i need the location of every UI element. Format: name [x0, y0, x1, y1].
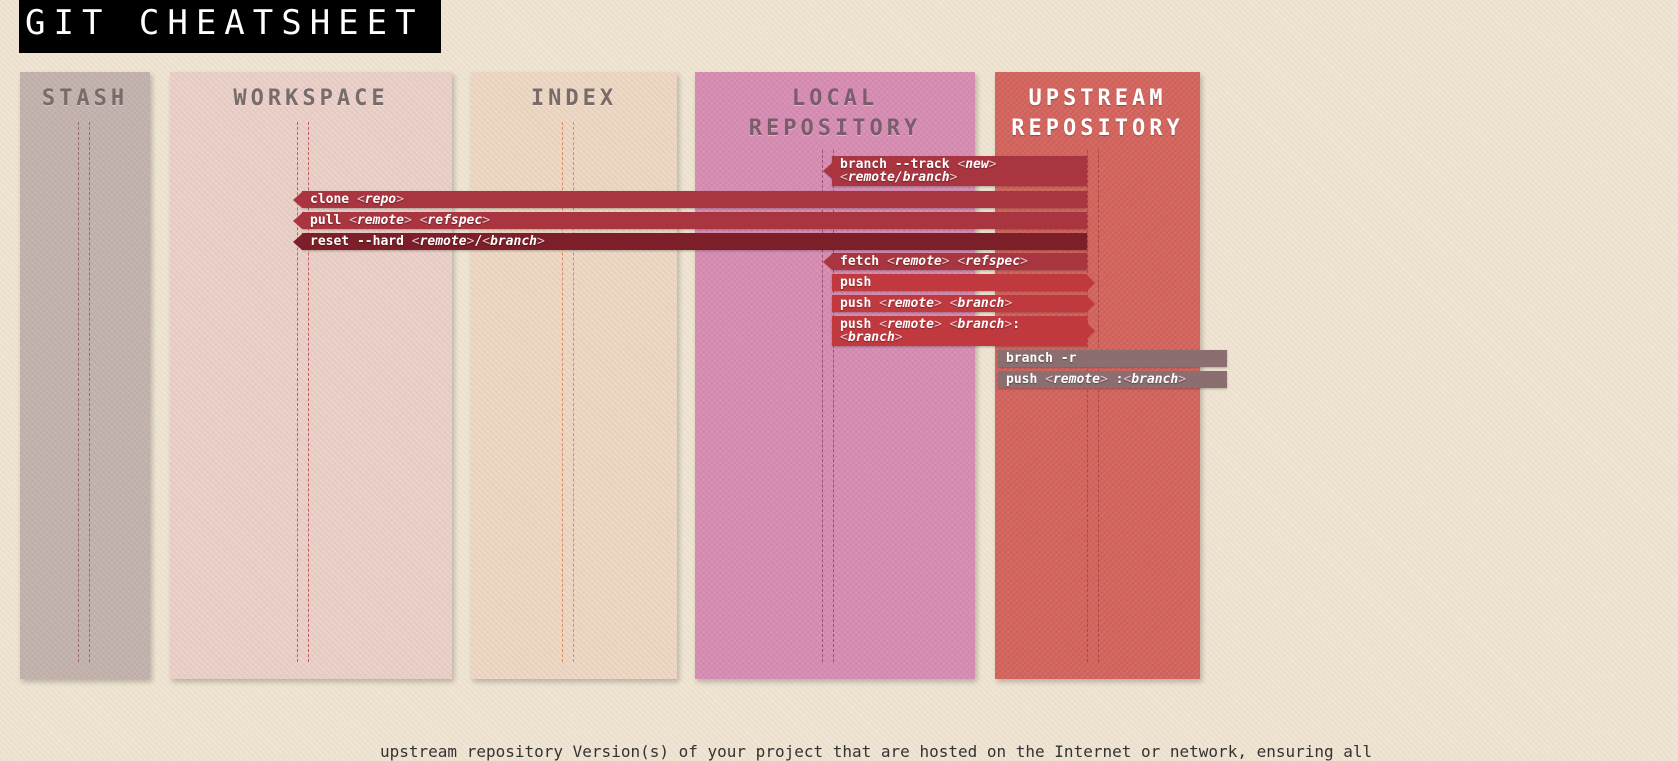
cmd-push-remote-branch-arg-branch: branch: [957, 296, 1005, 311]
cmd-push-rbb-arg-branch: branch: [957, 317, 1005, 332]
cmd-push-delete[interactable]: push <remote> :<branch>: [998, 371, 1227, 388]
cmd-clone-name: clone: [310, 192, 350, 207]
cmd-reset-hard-arg-branch: branch: [490, 234, 537, 249]
cmd-branch-track-arg-remote-branch: remote/branch: [847, 170, 950, 185]
page-title: GIT CHEATSHEET: [19, 0, 441, 53]
cmd-push-delete-arg-remote: remote: [1052, 372, 1100, 387]
lane-title-local: LOCAL REPOSITORY: [748, 86, 922, 141]
cmd-reset-hard-arg-remote: remote: [419, 234, 467, 249]
lane-title-index: INDEX: [530, 86, 618, 111]
cmd-branch-track[interactable]: branch --track <new> <remote/branch>: [823, 156, 1087, 186]
lane-title-workspace: WORKSPACE: [233, 86, 389, 111]
cmd-fetch-arg-remote: remote: [894, 254, 942, 269]
cmd-reset-hard[interactable]: reset --hard <remote>/<branch>: [293, 233, 1087, 250]
cmd-fetch-arg-refspec: refspec: [965, 254, 1021, 269]
footer-description: upstream repository Version(s) of your p…: [380, 742, 1373, 761]
cmd-clone-arg-repo: repo: [364, 192, 397, 207]
cmd-fetch-name: fetch: [840, 254, 880, 269]
cmd-fetch[interactable]: fetch <remote> <refspec>: [823, 253, 1087, 270]
cmd-push-remote-branch[interactable]: push <remote> <branch>: [832, 295, 1095, 312]
lane-index[interactable]: INDEX: [471, 72, 677, 679]
lane-title-upstream: UPSTREAM REPOSITORY: [1011, 86, 1184, 141]
cmd-branch-track-arg-new: new: [965, 157, 989, 172]
cmd-push-remote-branch-branch[interactable]: push <remote> <branch>: <branch>: [832, 316, 1095, 346]
cmd-pull-arg-refspec: refspec: [427, 213, 483, 228]
lane-stash[interactable]: STASH: [20, 72, 150, 679]
lane-workspace[interactable]: WORKSPACE: [170, 72, 452, 679]
cmd-push-remote-branch-name: push: [840, 296, 872, 311]
lifeline-stash: [78, 122, 90, 662]
cmd-push[interactable]: push: [832, 274, 1095, 291]
lifeline-upstream: [1087, 150, 1099, 662]
cmd-push-name: push: [840, 275, 872, 290]
cmd-push-delete-name: push: [1006, 372, 1038, 387]
cmd-pull-name: pull: [310, 213, 342, 228]
cmd-clone[interactable]: clone <repo>: [293, 191, 1087, 208]
cmd-branch-r-name: branch -r: [1006, 351, 1077, 366]
cmd-push-remote-branch-arg-remote: remote: [886, 296, 934, 311]
cmd-branch-r[interactable]: branch -r: [998, 350, 1227, 367]
cmd-push-rbb-arg-branch-2: branch: [847, 330, 895, 345]
lane-title-stash: STASH: [41, 86, 129, 111]
cmd-reset-hard-name: reset --hard: [310, 234, 404, 249]
cmd-pull[interactable]: pull <remote> <refspec>: [293, 212, 1087, 229]
cmd-push-delete-arg-branch: branch: [1131, 372, 1179, 387]
cmd-pull-arg-remote: remote: [356, 213, 404, 228]
